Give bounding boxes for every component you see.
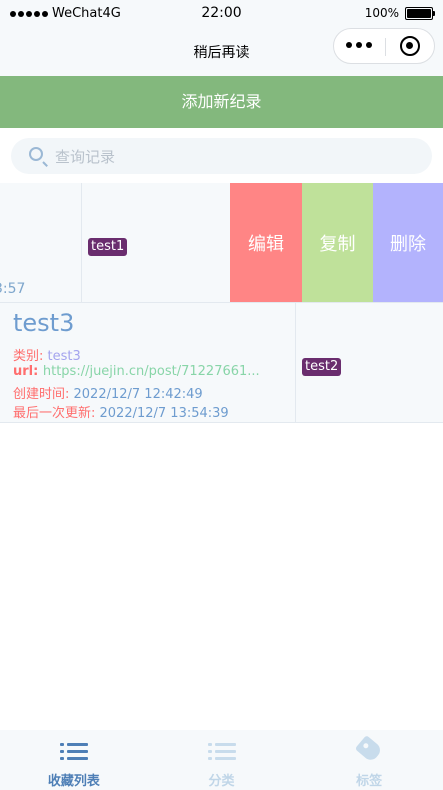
url-link[interactable]: https://juejin.cn/post/71227661... (43, 364, 260, 379)
list-icon (207, 742, 236, 762)
capsule-divider (385, 38, 386, 56)
more-icon[interactable] (346, 42, 372, 48)
mini-program-capsule (333, 28, 435, 64)
record-tags: test2 (296, 303, 443, 422)
record-created: 创建时间: 2022/12/7 12:42:49 (13, 383, 203, 402)
search-bar (11, 138, 432, 174)
status-bar: WeChat4G 22:00 100% (0, 0, 443, 28)
search-icon (29, 147, 43, 161)
tag-badge[interactable]: test1 (88, 238, 128, 256)
tab-tags[interactable]: 标签 (295, 730, 443, 790)
created-value: 2022/12/7 12:42:49 (73, 387, 203, 402)
tab-label: 收藏列表 (47, 774, 100, 789)
updated-label: 最后一次更新: (13, 406, 100, 421)
tab-bar: 收藏列表 分类 标签 (0, 730, 443, 790)
list-icon (59, 742, 88, 762)
record-url: url: https://juejin.cn/post/71227661... (13, 364, 293, 379)
updated-value: 2022/12/7 13:54:39 (99, 406, 229, 421)
category-value: test3 (47, 349, 81, 364)
copy-button[interactable]: 复制 (302, 183, 373, 302)
record-tags: test1 (82, 183, 230, 302)
nav-bar: 稍后再读 (0, 28, 443, 76)
close-target-icon[interactable] (400, 36, 420, 56)
category-label: 类别: (13, 349, 48, 364)
battery-icon (405, 6, 435, 20)
tab-category[interactable]: 分类 (148, 730, 296, 790)
add-record-button[interactable]: 添加新纪录 (0, 76, 443, 128)
record-row[interactable]: test3 类别: test3 url: https://juejin.cn/p… (0, 303, 443, 423)
record-category: 类别: test3 (13, 345, 81, 364)
url-label: url: (13, 364, 43, 379)
record-updated: 最后一次更新: 2022/12/7 13:54:39 (13, 402, 229, 421)
delete-button[interactable]: 删除 (373, 183, 443, 302)
record-info: 3:57 (0, 183, 82, 302)
tab-label: 分类 (208, 774, 235, 789)
record-row[interactable]: 3:57 test1 编辑 复制 删除 (0, 183, 443, 303)
battery-group: 100% (364, 6, 435, 20)
tag-badge[interactable]: test2 (302, 358, 342, 376)
created-label: 创建时间: (13, 387, 74, 402)
tab-collection-list[interactable]: 收藏列表 (0, 730, 148, 790)
record-title: test3 (13, 309, 75, 337)
battery-percent: 100% (364, 6, 399, 20)
record-info: test3 类别: test3 url: https://juejin.cn/p… (0, 303, 296, 422)
edit-button[interactable]: 编辑 (230, 183, 302, 302)
tag-icon (354, 735, 384, 763)
record-updated-time: 3:57 (0, 281, 26, 297)
tab-label: 标签 (356, 774, 383, 789)
search-input[interactable] (53, 144, 417, 170)
